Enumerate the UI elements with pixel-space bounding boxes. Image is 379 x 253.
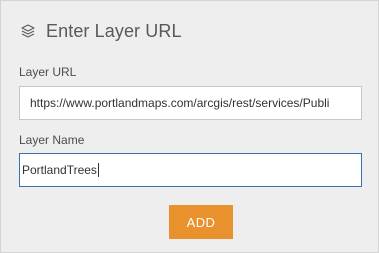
- layer-name-input[interactable]: PortlandTrees: [19, 153, 362, 187]
- panel-header: Enter Layer URL: [18, 17, 182, 45]
- layer-url-label: Layer URL: [19, 65, 77, 79]
- layer-url-value: https://www.portlandmaps.com/arcgis/rest…: [30, 96, 330, 110]
- layer-name-value: PortlandTrees: [22, 163, 97, 177]
- text-caret: [97, 163, 99, 177]
- enter-layer-url-panel: Enter Layer URL Layer URL https://www.po…: [0, 0, 379, 253]
- layer-name-label: Layer Name: [19, 133, 85, 147]
- layers-icon: [18, 21, 38, 41]
- layer-url-input[interactable]: https://www.portlandmaps.com/arcgis/rest…: [19, 86, 362, 120]
- add-button[interactable]: ADD: [169, 205, 233, 239]
- panel-title: Enter Layer URL: [46, 20, 182, 41]
